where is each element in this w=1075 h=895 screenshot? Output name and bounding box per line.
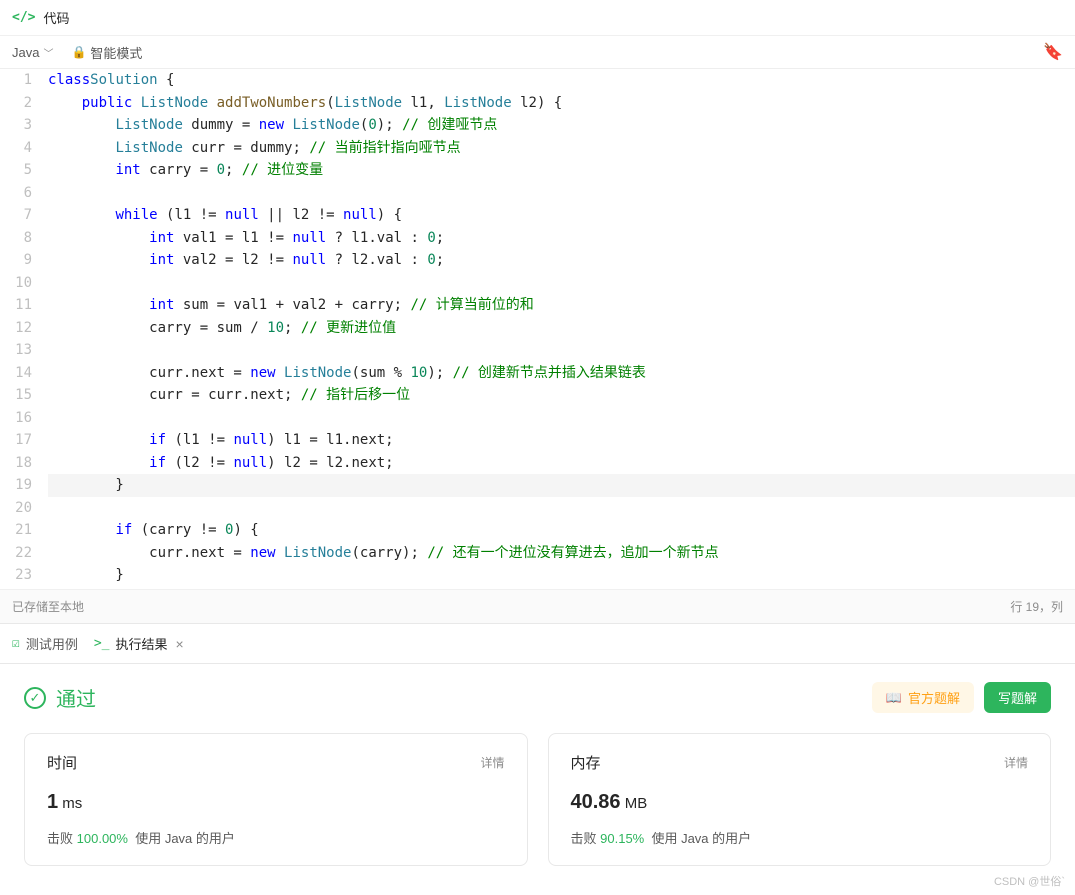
line-number: 16 bbox=[0, 407, 32, 430]
close-icon[interactable]: × bbox=[176, 636, 184, 652]
line-number: 23 bbox=[0, 564, 32, 587]
code-line[interactable]: curr.next = new ListNode(carry); // 还有一个… bbox=[48, 542, 1075, 565]
language-selector[interactable]: Java ﹀ bbox=[12, 45, 53, 60]
code-editor[interactable]: 1234567891011121314151617181920212223 cl… bbox=[0, 69, 1075, 589]
write-solution-label: 写题解 bbox=[998, 688, 1037, 707]
time-unit: ms bbox=[62, 795, 82, 812]
code-line[interactable] bbox=[48, 497, 1075, 520]
editor-status-bar: 已存储至本地 行 19，列 bbox=[0, 589, 1075, 623]
time-beat-prefix: 击败 bbox=[47, 831, 73, 846]
memory-unit: MB bbox=[625, 795, 648, 812]
memory-card: 内存 详情 40.86 MB 击败 90.15% 使用 Java 的用户 bbox=[548, 733, 1052, 866]
code-line[interactable]: int val1 = l1 != null ? l1.val : 0; bbox=[48, 227, 1075, 250]
line-number: 20 bbox=[0, 497, 32, 520]
code-area[interactable]: classSolution { public ListNode addTwoNu… bbox=[48, 69, 1075, 589]
book-icon: 📖 bbox=[886, 690, 902, 706]
time-detail-link[interactable]: 详情 bbox=[480, 754, 504, 771]
official-solution-button[interactable]: 📖 官方题解 bbox=[872, 682, 974, 713]
line-number: 11 bbox=[0, 294, 32, 317]
time-value: 1 bbox=[47, 791, 58, 813]
code-line[interactable]: if (l2 != null) l2 = l2.next; bbox=[48, 452, 1075, 475]
tab-testcases-label: 测试用例 bbox=[26, 634, 78, 653]
code-icon: </> bbox=[12, 10, 35, 25]
code-line[interactable] bbox=[48, 272, 1075, 295]
line-number: 22 bbox=[0, 542, 32, 565]
memory-beat-pct: 90.15% bbox=[600, 831, 644, 846]
memory-detail-link[interactable]: 详情 bbox=[1004, 754, 1028, 771]
code-line[interactable] bbox=[48, 407, 1075, 430]
code-line[interactable]: carry = sum / 10; // 更新进位值 bbox=[48, 317, 1075, 340]
line-number: 19 bbox=[0, 474, 32, 497]
lock-icon: 🔒 bbox=[71, 45, 86, 59]
line-number-gutter: 1234567891011121314151617181920212223 bbox=[0, 69, 48, 589]
code-line[interactable]: classSolution { bbox=[48, 69, 1075, 92]
line-number: 12 bbox=[0, 317, 32, 340]
code-line[interactable] bbox=[48, 339, 1075, 362]
code-line[interactable]: ListNode dummy = new ListNode(0); // 创建哑… bbox=[48, 114, 1075, 137]
line-number: 3 bbox=[0, 114, 32, 137]
bookmark-icon[interactable]: 🔖 bbox=[1043, 42, 1063, 62]
terminal-icon: >_ bbox=[94, 636, 110, 651]
tab-result-label: 执行结果 bbox=[116, 634, 168, 653]
line-number: 21 bbox=[0, 519, 32, 542]
save-status: 已存储至本地 bbox=[12, 598, 84, 615]
result-panel: ✓ 通过 📖 官方题解 写题解 时间 详情 1 bbox=[0, 664, 1075, 884]
check-circle-icon: ✓ bbox=[24, 687, 46, 709]
time-beat-pct: 100.00% bbox=[77, 831, 128, 846]
code-line[interactable]: int sum = val1 + val2 + carry; // 计算当前位的… bbox=[48, 294, 1075, 317]
official-solution-label: 官方题解 bbox=[908, 688, 960, 707]
tab-testcases[interactable]: ☑ 测试用例 bbox=[12, 634, 78, 653]
panel-title: 代码 bbox=[43, 8, 69, 27]
line-number: 7 bbox=[0, 204, 32, 227]
memory-beat-prefix: 击败 bbox=[571, 831, 597, 846]
line-number: 8 bbox=[0, 227, 32, 250]
cursor-position: 行 19，列 bbox=[1010, 598, 1063, 615]
time-card: 时间 详情 1 ms 击败 100.00% 使用 Java 的用户 bbox=[24, 733, 528, 866]
line-number: 2 bbox=[0, 92, 32, 115]
editor-toolbar: Java ﹀ 🔒 智能模式 🔖 bbox=[0, 36, 1075, 69]
code-line[interactable]: if (carry != 0) { bbox=[48, 519, 1075, 542]
code-line[interactable]: while (l1 != null || l2 != null) { bbox=[48, 204, 1075, 227]
memory-title: 内存 bbox=[571, 752, 601, 773]
code-line[interactable]: curr.next = new ListNode(sum % 10); // 创… bbox=[48, 362, 1075, 385]
line-number: 15 bbox=[0, 384, 32, 407]
results-tab-bar: ☑ 测试用例 >_ 执行结果 × bbox=[0, 623, 1075, 664]
panel-header: </> 代码 bbox=[0, 0, 1075, 36]
memory-value: 40.86 bbox=[571, 791, 621, 813]
code-line[interactable] bbox=[48, 182, 1075, 205]
language-label: Java bbox=[12, 45, 39, 60]
mode-label: 智能模式 bbox=[90, 43, 142, 62]
check-square-icon: ☑ bbox=[12, 636, 20, 651]
line-number: 14 bbox=[0, 362, 32, 385]
time-title: 时间 bbox=[47, 752, 77, 773]
code-line[interactable]: int carry = 0; // 进位变量 bbox=[48, 159, 1075, 182]
pass-label: 通过 bbox=[56, 683, 96, 712]
code-line[interactable]: curr = curr.next; // 指针后移一位 bbox=[48, 384, 1075, 407]
code-line[interactable]: public ListNode addTwoNumbers(ListNode l… bbox=[48, 92, 1075, 115]
chevron-down-icon: ﹀ bbox=[43, 45, 53, 60]
watermark: CSDN @世俗` bbox=[994, 873, 1065, 889]
code-line[interactable]: ListNode curr = dummy; // 当前指针指向哑节点 bbox=[48, 137, 1075, 160]
line-number: 17 bbox=[0, 429, 32, 452]
code-line[interactable]: if (l1 != null) l1 = l1.next; bbox=[48, 429, 1075, 452]
line-number: 18 bbox=[0, 452, 32, 475]
code-line[interactable]: int val2 = l2 != null ? l2.val : 0; bbox=[48, 249, 1075, 272]
line-number: 6 bbox=[0, 182, 32, 205]
memory-beat-suffix: 使用 Java 的用户 bbox=[651, 831, 751, 846]
line-number: 1 bbox=[0, 69, 32, 92]
code-line[interactable]: } bbox=[48, 564, 1075, 587]
line-number: 9 bbox=[0, 249, 32, 272]
line-number: 5 bbox=[0, 159, 32, 182]
write-solution-button[interactable]: 写题解 bbox=[984, 682, 1051, 713]
mode-indicator: 🔒 智能模式 bbox=[71, 43, 142, 62]
status-pass: ✓ 通过 bbox=[24, 683, 96, 712]
time-beat-suffix: 使用 Java 的用户 bbox=[135, 831, 235, 846]
line-number: 4 bbox=[0, 137, 32, 160]
tab-execute-result[interactable]: >_ 执行结果 × bbox=[94, 634, 184, 653]
line-number: 10 bbox=[0, 272, 32, 295]
code-line[interactable]: } bbox=[48, 474, 1075, 497]
line-number: 13 bbox=[0, 339, 32, 362]
